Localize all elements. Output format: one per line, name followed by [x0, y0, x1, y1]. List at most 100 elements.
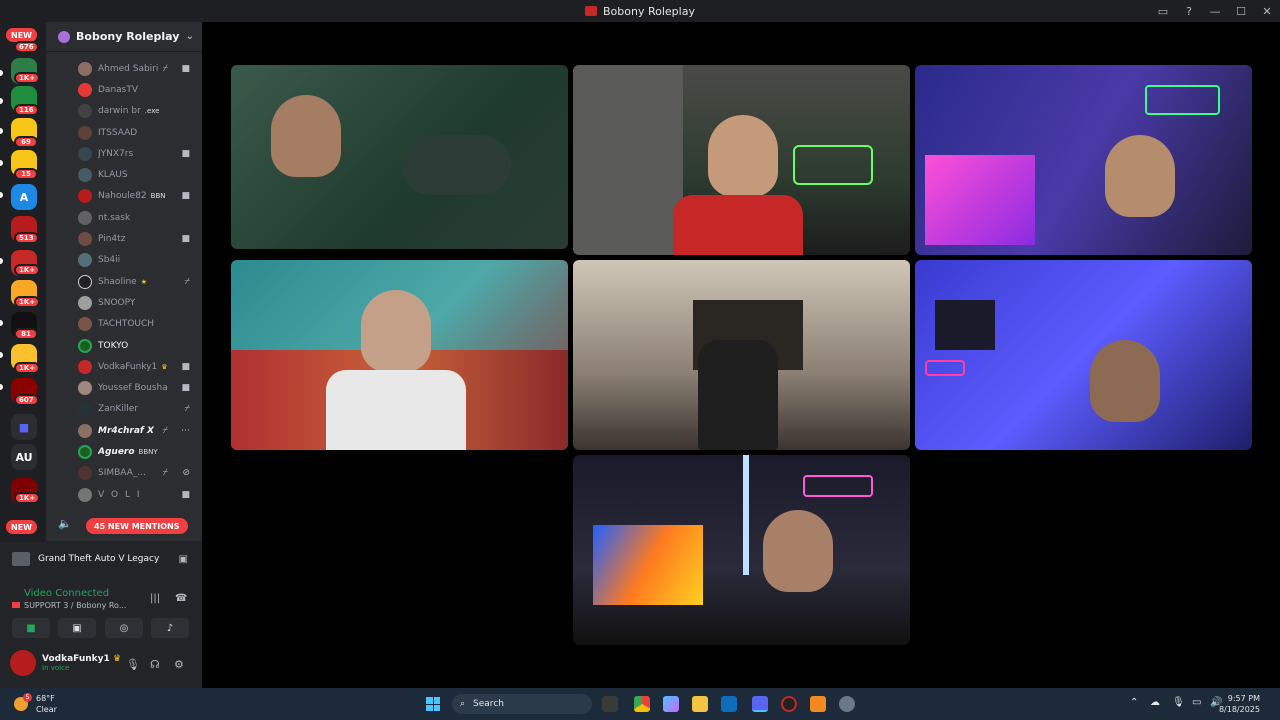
window-title: Bobony Roleplay: [603, 4, 695, 18]
member-item[interactable]: DanasTV: [46, 79, 202, 100]
member-item[interactable]: ZanKiller ⌿: [46, 399, 202, 420]
user-panel[interactable]: VodkaFunky1 ♛ In voice: [10, 650, 121, 676]
server-icon[interactable]: A: [11, 184, 37, 210]
video-tile[interactable]: [915, 260, 1252, 450]
microphone-icon[interactable]: 🎙: [1172, 697, 1185, 708]
maximize-button[interactable]: ☐: [1228, 5, 1254, 18]
start-button[interactable]: [426, 697, 440, 711]
member-item[interactable]: Shaoline ★ ⌿: [46, 271, 202, 292]
network-icon[interactable]: ▭: [1192, 697, 1201, 708]
copilot-icon[interactable]: [663, 696, 679, 712]
server-header[interactable]: Bobony Roleplay ⌄: [46, 22, 202, 52]
help-icon[interactable]: ?: [1176, 5, 1202, 18]
voice-channel-name[interactable]: SUPPORT 3 / Bobony Ro...: [12, 601, 126, 610]
clock[interactable]: 9:57 PM 8/18/2025: [1219, 693, 1260, 715]
video-icon: ■: [181, 489, 190, 500]
participant-video: [763, 510, 833, 592]
member-item[interactable]: V O L I ■: [46, 484, 202, 505]
screen-share-icon[interactable]: ▣: [179, 554, 188, 565]
member-tag: BBN: [150, 192, 166, 201]
member-item[interactable]: VodkaFunky1 ♛ ■: [46, 356, 202, 377]
game-title: Grand Theft Auto V Legacy: [38, 554, 160, 564]
member-item[interactable]: SNOOPY: [46, 292, 202, 313]
video-tile[interactable]: [231, 260, 568, 450]
server-icon[interactable]: AU: [11, 444, 37, 470]
member-item[interactable]: Mr4chraf X ⌿ ⋯: [46, 420, 202, 441]
close-button[interactable]: ✕: [1254, 5, 1280, 18]
avatar: [78, 210, 92, 225]
chrome-icon[interactable]: [634, 696, 650, 712]
member-item[interactable]: SIMBAA_... ⌿ ⊘: [46, 463, 202, 484]
settings-icon[interactable]: [839, 696, 855, 712]
taskbar-search[interactable]: ⌕ Search: [452, 694, 592, 714]
unread-indicator: [0, 128, 3, 134]
new-unreads-pill[interactable]: NEW: [6, 520, 37, 534]
member-item[interactable]: JYNX7rs ■: [46, 143, 202, 164]
member-item[interactable]: Pin4tz ■: [46, 228, 202, 249]
activities-button[interactable]: ◎: [105, 618, 143, 638]
member-item[interactable]: KLAUS: [46, 164, 202, 185]
cloud-icon[interactable]: ☁: [1150, 697, 1160, 708]
video-tile[interactable]: [573, 65, 910, 255]
file-explorer-icon[interactable]: [692, 696, 708, 712]
avatar: [78, 295, 92, 310]
member-item[interactable]: Youssef Boushaq ■: [46, 377, 202, 398]
shirt-shape: [326, 370, 466, 450]
inbox-icon[interactable]: ▭: [1150, 5, 1176, 18]
voice-status[interactable]: Video Connected: [24, 588, 109, 599]
member-item[interactable]: darwin br .exe: [46, 101, 202, 122]
member-item[interactable]: Nahoule82 BBN ■: [46, 186, 202, 207]
game-launcher-icon[interactable]: [781, 696, 797, 712]
unread-indicator: [0, 258, 3, 264]
member-item[interactable]: Aguero BBNY: [46, 441, 202, 462]
server-icon: [58, 30, 70, 43]
new-unreads-pill[interactable]: NEW: [6, 28, 37, 42]
headphones-icon[interactable]: ☊: [150, 658, 160, 671]
member-item[interactable]: TACHTOUCH: [46, 314, 202, 335]
avatar: [78, 146, 92, 161]
unread-indicator: [0, 384, 3, 390]
soundboard-button[interactable]: ♪: [151, 618, 189, 638]
member-item[interactable]: TOKYO: [46, 335, 202, 356]
camera-button[interactable]: ■: [12, 618, 50, 638]
member-item[interactable]: Sb4ii: [46, 250, 202, 271]
avatar: [78, 189, 92, 204]
gear-icon[interactable]: ⚙: [174, 658, 184, 671]
video-tile[interactable]: [915, 65, 1252, 255]
member-item[interactable]: Ahmed Sabiri ⌿ ■: [46, 58, 202, 79]
store-icon[interactable]: [721, 696, 737, 712]
disconnect-icon[interactable]: ☎: [175, 593, 187, 604]
avatar: [78, 61, 92, 76]
member-item[interactable]: nt.sask: [46, 207, 202, 228]
monitor-shape: [925, 155, 1035, 245]
video-icon: ■: [181, 234, 190, 245]
video-tile[interactable]: [231, 65, 568, 249]
folder-icon[interactable]: ■: [11, 414, 37, 440]
game-icon: [12, 552, 30, 566]
video-tile[interactable]: [573, 260, 910, 450]
member-tag: BBNY: [138, 447, 158, 456]
weather-widget[interactable]: 5 68°F Clear: [14, 693, 57, 715]
microphone-icon[interactable]: 🎙: [126, 658, 140, 671]
avatar: [78, 253, 92, 268]
muted-icon: ⌿: [162, 468, 168, 479]
minimize-button[interactable]: —: [1202, 5, 1228, 18]
screen-share-button[interactable]: ▣: [58, 618, 96, 638]
title-bar: Bobony Roleplay ▭ ? — ☐ ✕: [0, 0, 1280, 22]
neon-sign: [1145, 85, 1220, 115]
server-badge: 1K+: [14, 492, 41, 504]
more-options-icon[interactable]: ⋯: [181, 426, 190, 436]
app-icon[interactable]: [810, 696, 826, 712]
video-tile[interactable]: [573, 455, 910, 645]
noise-suppression-icon[interactable]: |||: [150, 593, 160, 604]
discord-icon[interactable]: [752, 696, 768, 712]
chevron-up-icon[interactable]: ⌃: [1130, 697, 1138, 708]
chevron-down-icon[interactable]: ⌄: [186, 31, 194, 42]
task-view-icon[interactable]: [602, 696, 618, 712]
participant-video: [1105, 135, 1175, 217]
shelf-shape: [573, 65, 683, 255]
new-mentions-pill[interactable]: 45 NEW MENTIONS: [86, 518, 188, 534]
participant-video: [361, 290, 431, 372]
member-item[interactable]: ITSSAAD: [46, 122, 202, 143]
muted-icon: ⌿: [184, 404, 190, 415]
